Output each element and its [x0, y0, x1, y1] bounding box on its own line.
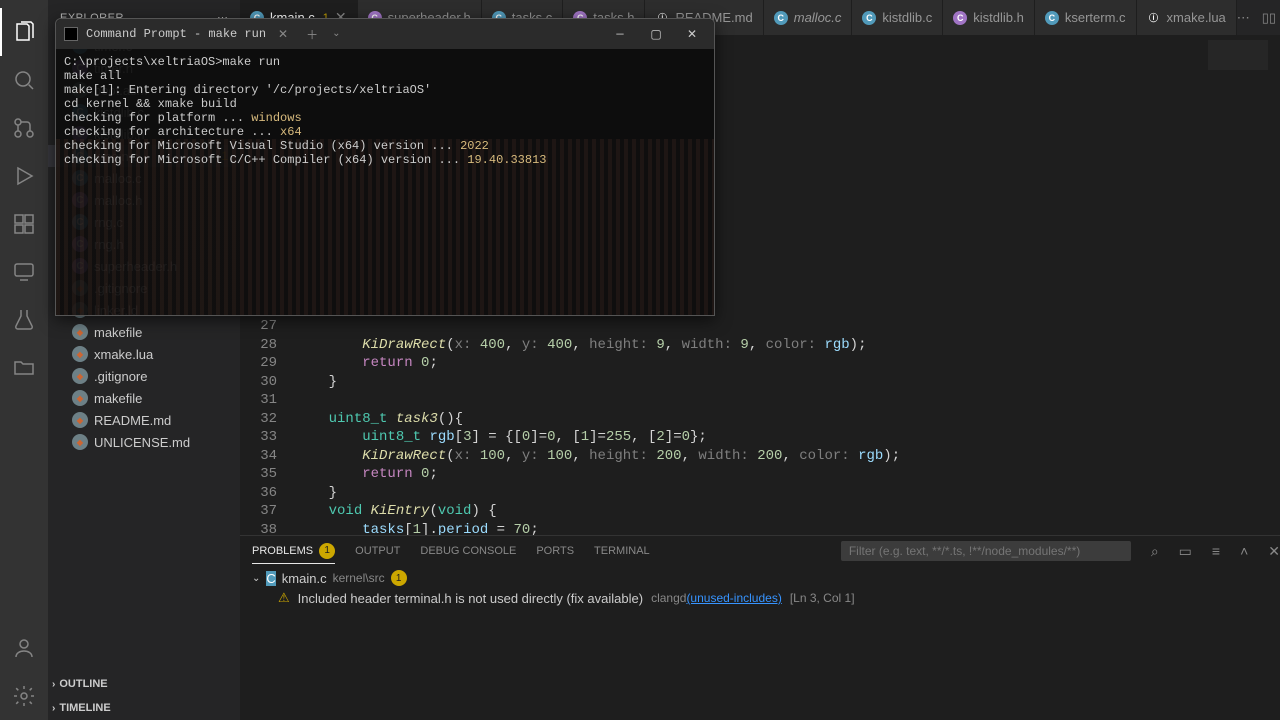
code-area[interactable]: KiDrawRect(x: 400, y: 400, height: 9, wi…: [295, 315, 1280, 535]
c-file-icon: C: [266, 571, 275, 586]
o-file-icon: ◆: [72, 324, 88, 340]
line-number: 29: [240, 354, 277, 373]
file-item[interactable]: ◆ xmake.lua: [48, 343, 240, 365]
line-number: 28: [240, 336, 277, 355]
file-item[interactable]: ◆ README.md: [48, 409, 240, 431]
account-icon[interactable]: [0, 624, 48, 672]
problem-item[interactable]: ⚠ Included header terminal.h is not used…: [252, 586, 1268, 606]
file-item[interactable]: ◆ .gitignore: [48, 365, 240, 387]
filter-input[interactable]: [841, 541, 1131, 561]
terminal-icon: [64, 27, 78, 41]
file-item[interactable]: ◆ makefile: [48, 387, 240, 409]
extensions-icon[interactable]: [0, 200, 48, 248]
activity-bar: [0, 0, 48, 720]
minimize-button[interactable]: —: [606, 27, 634, 41]
search-icon[interactable]: [0, 56, 48, 104]
warning-icon: ⚠: [278, 590, 290, 606]
problems-list: ⌄ C kmain.c kernel\src 1 ⚠ Included head…: [240, 566, 1280, 610]
c-file-icon: C: [1045, 11, 1059, 25]
chevron-right-icon: ›: [52, 679, 55, 690]
problem-file-row[interactable]: ⌄ C kmain.c kernel\src 1: [252, 570, 1268, 586]
split-icon[interactable]: ▯▯: [1262, 10, 1276, 26]
tab-debug-console[interactable]: DEBUG CONSOLE: [420, 545, 516, 557]
close-icon[interactable]: ✕: [1268, 543, 1280, 560]
tab-label: malloc.c: [794, 10, 842, 25]
remote-icon[interactable]: [0, 248, 48, 296]
panel: PROBLEMS1 OUTPUT DEBUG CONSOLE PORTS TER…: [240, 535, 1280, 720]
more-icon[interactable]: ⋯: [1237, 10, 1250, 26]
file-item[interactable]: ◆ makefile: [48, 321, 240, 343]
close-button[interactable]: ✕: [678, 27, 706, 42]
file-name: xmake.lua: [94, 347, 153, 362]
editor-tab[interactable]: ⓘ xmake.lua: [1137, 0, 1237, 35]
gear-icon[interactable]: [0, 672, 48, 720]
panel-tabs: PROBLEMS1 OUTPUT DEBUG CONSOLE PORTS TER…: [240, 536, 1280, 566]
line-number: 36: [240, 484, 277, 503]
chevron-up-icon[interactable]: ˄: [1240, 543, 1248, 559]
file-name: UNLICENSE.md: [94, 435, 190, 450]
h-file-icon: C: [953, 11, 967, 25]
file-item[interactable]: ◆ UNLICENSE.md: [48, 431, 240, 453]
o-file-icon: ◆: [72, 346, 88, 362]
editor-tab[interactable]: Ckserterm.c: [1035, 0, 1137, 35]
line-number: 37: [240, 502, 277, 521]
editor-tab[interactable]: Ckistdlib.h: [943, 0, 1035, 35]
new-tab-icon[interactable]: ＋: [300, 26, 324, 43]
file-name: README.md: [94, 413, 171, 428]
explorer-icon[interactable]: [0, 8, 48, 56]
line-number: 32: [240, 410, 277, 429]
outline-section[interactable]: › OUTLINE: [48, 672, 240, 696]
terminal-window[interactable]: Command Prompt - make run ✕ ＋ ⌄ — ▢ ✕ C:…: [55, 18, 715, 316]
c-file-icon: C: [774, 11, 788, 25]
run-debug-icon[interactable]: [0, 152, 48, 200]
chevron-right-icon: ›: [52, 703, 55, 714]
tab-problems[interactable]: PROBLEMS1: [252, 543, 335, 564]
tab-label: kistdlib.c: [882, 10, 932, 25]
o-file-icon: ◆: [72, 390, 88, 406]
minimap[interactable]: [1208, 40, 1268, 100]
terminal-title: Command Prompt - make run: [86, 27, 266, 41]
n-file-icon: ⓘ: [1147, 11, 1161, 25]
tab-terminal[interactable]: TERMINAL: [594, 545, 650, 557]
tab-close-icon[interactable]: ✕: [278, 27, 288, 42]
file-name: .gitignore: [94, 369, 147, 384]
gutter: 272829303132333435363738: [240, 315, 295, 535]
line-number: 30: [240, 373, 277, 392]
file-name: makefile: [94, 391, 142, 406]
maximize-button[interactable]: ▢: [642, 27, 670, 42]
list-icon[interactable]: ≡: [1212, 543, 1220, 559]
tab-ports[interactable]: PORTS: [536, 545, 574, 557]
terminal-titlebar[interactable]: Command Prompt - make run ✕ ＋ ⌄ — ▢ ✕: [56, 19, 714, 49]
line-number: 34: [240, 447, 277, 466]
folder-icon[interactable]: [0, 344, 48, 392]
chevron-down-icon: ⌄: [252, 573, 260, 584]
tab-label: kserterm.c: [1065, 10, 1126, 25]
tab-output[interactable]: OUTPUT: [355, 545, 400, 557]
filter-icon[interactable]: ⌕: [1151, 543, 1159, 560]
line-number: 31: [240, 391, 277, 410]
line-number: 35: [240, 465, 277, 484]
o-file-icon: ◆: [72, 368, 88, 384]
collapse-icon[interactable]: ▭: [1179, 543, 1192, 560]
c-file-icon: C: [862, 11, 876, 25]
timeline-section[interactable]: › TIMELINE: [48, 696, 240, 720]
editor-tab[interactable]: Cmalloc.c: [764, 0, 853, 35]
editor[interactable]: 272829303132333435363738 KiDrawRect(x: 4…: [240, 315, 1280, 535]
editor-tab[interactable]: Ckistdlib.c: [852, 0, 943, 35]
chevron-down-icon[interactable]: ⌄: [332, 28, 340, 40]
file-name: makefile: [94, 325, 142, 340]
source-control-icon[interactable]: [0, 104, 48, 152]
testing-icon[interactable]: [0, 296, 48, 344]
tab-label: xmake.lua: [1167, 10, 1226, 25]
o-file-icon: ◆: [72, 434, 88, 450]
o-file-icon: ◆: [72, 412, 88, 428]
tab-label: kistdlib.h: [973, 10, 1024, 25]
line-number: 27: [240, 317, 277, 336]
terminal-body[interactable]: C:\projects\xeltriaOS>make run make all …: [56, 49, 714, 315]
line-number: 33: [240, 428, 277, 447]
